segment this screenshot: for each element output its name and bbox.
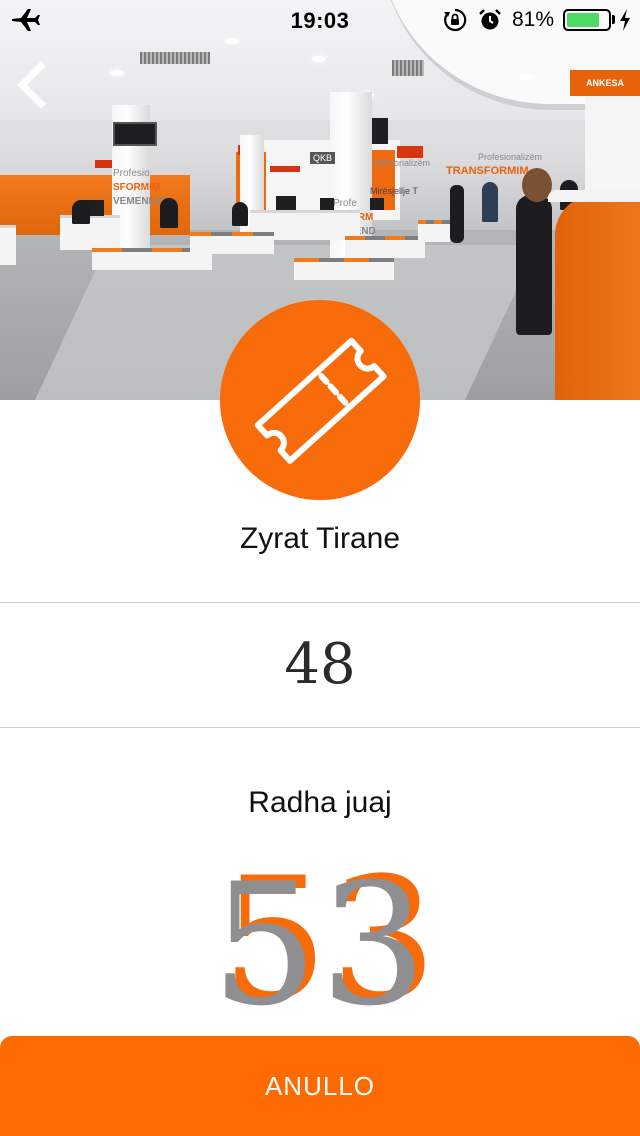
person (482, 182, 498, 222)
wall-sign-text: TRANSFORMIM (446, 165, 529, 177)
back-button[interactable] (8, 58, 58, 112)
wall-tv (372, 118, 388, 144)
pillar-text: Profesio (113, 168, 150, 179)
ceiling-vent (140, 52, 210, 64)
qkb-sign: QKB (310, 152, 336, 164)
bench (294, 258, 394, 280)
battery-level-fill (567, 13, 600, 27)
office-name: Zyrat Tirane (239, 522, 401, 555)
person (72, 200, 90, 224)
person (160, 198, 178, 228)
ticket-icon (254, 337, 387, 464)
desk (0, 225, 16, 265)
led-display (397, 146, 423, 158)
ceiling-light (110, 70, 124, 76)
chevron-left-icon (17, 61, 46, 109)
battery-tip (612, 15, 615, 24)
pillar-text: SFORMIM (113, 182, 161, 193)
wall-sign-text: rofesionalizëm (372, 158, 431, 168)
ticket-badge (220, 300, 420, 500)
ceiling-vent (392, 60, 424, 76)
monitor (320, 198, 334, 210)
status-bar: 19:03 81% (0, 0, 640, 40)
service-counter-top (548, 190, 640, 202)
monitor (276, 196, 296, 210)
alarm-icon (479, 9, 501, 30)
my-queue-number: 53 53 (0, 847, 640, 1043)
person (232, 202, 248, 226)
bench (190, 232, 274, 254)
person (516, 195, 552, 335)
battery-percent: 81% (512, 8, 555, 31)
desk (60, 215, 120, 250)
monitor (370, 198, 384, 210)
wall-sign-text: Mirësjellje T (370, 186, 418, 196)
wall-sign-text: Profesionalizëm (478, 152, 543, 162)
battery-icon (563, 9, 611, 31)
bench (418, 220, 450, 242)
my-number-value: 53 (211, 847, 429, 1043)
pillar-text: Profe (333, 198, 357, 209)
ceiling-light (312, 56, 326, 62)
led-display (270, 166, 300, 172)
divider (0, 602, 640, 603)
rotation-lock-icon (444, 8, 467, 32)
wall-tv (113, 122, 157, 146)
charging-bolt-icon (620, 9, 630, 31)
divider (0, 727, 640, 728)
queue-label: Radha juaj (248, 786, 392, 819)
person (450, 185, 464, 243)
current-serving-number: 48 (284, 632, 356, 697)
cancel-button[interactable]: ANULLO (0, 1036, 640, 1136)
ceiling-light (520, 74, 534, 80)
ankesa-sign: ANKESA (570, 70, 640, 96)
service-counter (555, 195, 640, 400)
bench (345, 236, 425, 258)
